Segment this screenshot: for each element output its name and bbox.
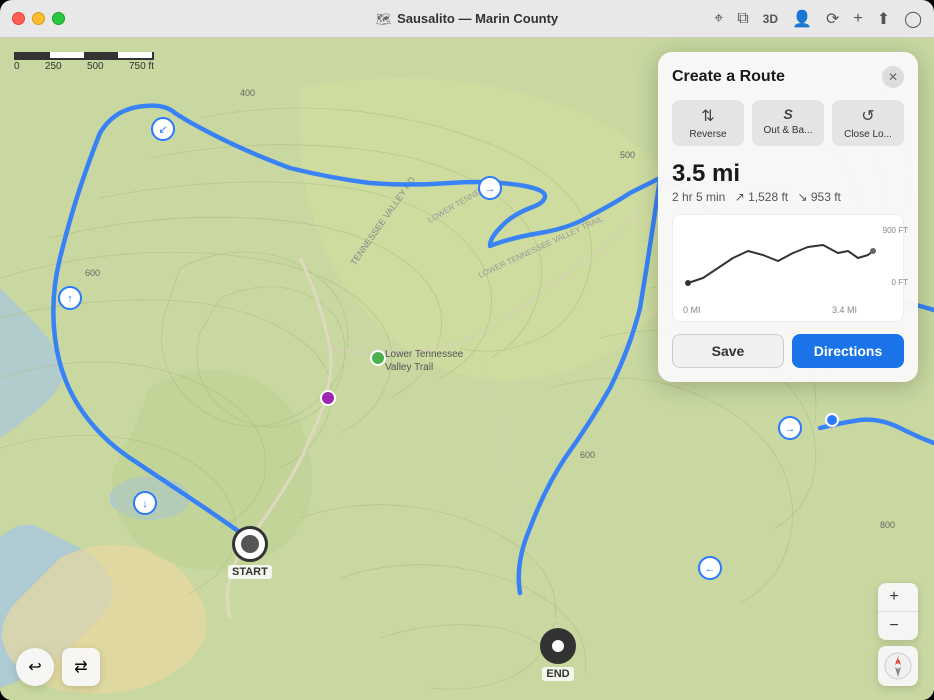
zoom-in-button[interactable]: + (878, 583, 910, 611)
map-controls-bl: ↩ ⇄ (16, 648, 100, 686)
maximize-button[interactable] (52, 12, 65, 25)
out-back-button[interactable]: S Out & Ba... (752, 100, 824, 146)
route-ascent: ↗ 1,528 ft (735, 190, 788, 204)
reverse-icon: ⇅ (701, 106, 714, 126)
back-button[interactable]: ↩ (16, 648, 54, 686)
reverse-button[interactable]: ⇅ Reverse (672, 100, 744, 146)
threed-button[interactable]: 3D (763, 12, 778, 26)
svg-text:↙: ↙ (158, 124, 167, 136)
layers-icon[interactable]: ⧉ (737, 10, 748, 28)
traffic-lights (12, 12, 65, 25)
route-options: ⇅ Reverse S Out & Ba... ↺ Close Lo... (672, 100, 904, 146)
svg-text:600: 600 (580, 450, 595, 460)
layers-button[interactable]: ⇄ (62, 648, 100, 686)
scale-ruler (14, 52, 154, 60)
minimize-button[interactable] (32, 12, 45, 25)
route-descent: ↘ 953 ft (797, 190, 840, 204)
out-back-label: Out & Ba... (764, 125, 813, 136)
toolbar-right: ⌖ ⧉ 3D 👤 ⟳ + ⬆ ◯ (714, 9, 922, 29)
people-icon[interactable]: 👤 (792, 9, 812, 29)
action-buttons: Save Directions (672, 334, 904, 368)
route-time: 2 hr 5 min (672, 190, 725, 204)
route-meta: 2 hr 5 min ↗ 1,528 ft ↘ 953 ft (672, 190, 904, 204)
map-controls-br: + − N (878, 583, 918, 686)
close-loop-button[interactable]: ↺ Close Lo... (832, 100, 904, 146)
window-icon: 🗺 (376, 12, 391, 26)
route-stats: 3.5 mi 2 hr 5 min ↗ 1,528 ft ↘ 953 ft (672, 160, 904, 204)
end-label: END (542, 667, 573, 681)
svg-text:→: → (485, 183, 496, 195)
start-marker: START (228, 526, 272, 579)
title-bar: 🗺 Sausalito — Marin County ⌖ ⧉ 3D 👤 ⟳ + … (0, 0, 934, 38)
location-icon[interactable]: ⌖ (714, 10, 723, 28)
zoom-controls: + − (878, 583, 918, 640)
svg-text:800: 800 (880, 520, 895, 530)
panel-close-button[interactable]: ✕ (882, 66, 904, 88)
chart-x-labels: 0 MI 3.4 MI (683, 305, 893, 315)
svg-text:900 FT: 900 FT (883, 226, 908, 235)
route-distance: 3.5 mi (672, 160, 904, 188)
window-title: Sausalito — Marin County (397, 11, 558, 26)
svg-text:→: → (785, 423, 796, 435)
svg-text:400: 400 (240, 88, 255, 98)
directions-button[interactable]: Directions (792, 334, 904, 368)
layers-filter-icon: ⇄ (74, 657, 87, 677)
svg-text:←: ← (705, 563, 716, 575)
svg-text:↓: ↓ (142, 498, 148, 510)
refresh-icon[interactable]: ⟳ (826, 9, 839, 29)
out-back-icon: S (783, 106, 792, 122)
chart-wrapper: 900 FT 0 FT 0 MI 3.4 MI (683, 223, 893, 315)
close-button[interactable] (12, 12, 25, 25)
svg-text:N: N (896, 656, 900, 662)
close-loop-icon: ↺ (861, 106, 874, 126)
zoom-out-button[interactable]: − (878, 612, 910, 640)
panel-header: Create a Route ✕ (672, 66, 904, 88)
profile-icon[interactable]: ◯ (904, 9, 922, 29)
panel-title: Create a Route (672, 68, 785, 86)
share-icon[interactable]: ⬆ (877, 9, 890, 29)
chart-x-start: 0 MI (683, 305, 701, 315)
save-button[interactable]: Save (672, 334, 784, 368)
map-container[interactable]: TENNESSEE VALLEY RD LOWER TENNESSE... LO… (0, 38, 934, 700)
compass-button[interactable]: N (878, 646, 918, 686)
scale-bar: 0 250 500 750 ft (14, 52, 154, 72)
reverse-label: Reverse (689, 129, 726, 140)
chart-x-end: 3.4 MI (832, 305, 857, 315)
svg-text:↑: ↑ (67, 293, 73, 305)
route-panel: Create a Route ✕ ⇅ Reverse S Out & Ba...… (658, 52, 918, 382)
title-bar-center: 🗺 Sausalito — Marin County (376, 11, 558, 26)
end-marker: END (540, 628, 576, 681)
elevation-chart: 900 FT 0 FT 0 MI 3.4 MI (672, 214, 904, 322)
start-label: START (228, 565, 272, 579)
scale-labels: 0 250 500 750 ft (14, 61, 154, 72)
back-icon: ↩ (28, 657, 41, 677)
svg-text:500: 500 (620, 150, 635, 160)
place-label: Lower TennesseeValley Trail (385, 348, 463, 374)
elevation-svg: 900 FT 0 FT (683, 223, 913, 303)
add-icon[interactable]: + (853, 10, 862, 28)
app-window: 🗺 Sausalito — Marin County ⌖ ⧉ 3D 👤 ⟳ + … (0, 0, 934, 700)
close-loop-label: Close Lo... (844, 129, 892, 140)
svg-text:600: 600 (85, 268, 100, 278)
svg-text:0 FT: 0 FT (892, 278, 909, 287)
